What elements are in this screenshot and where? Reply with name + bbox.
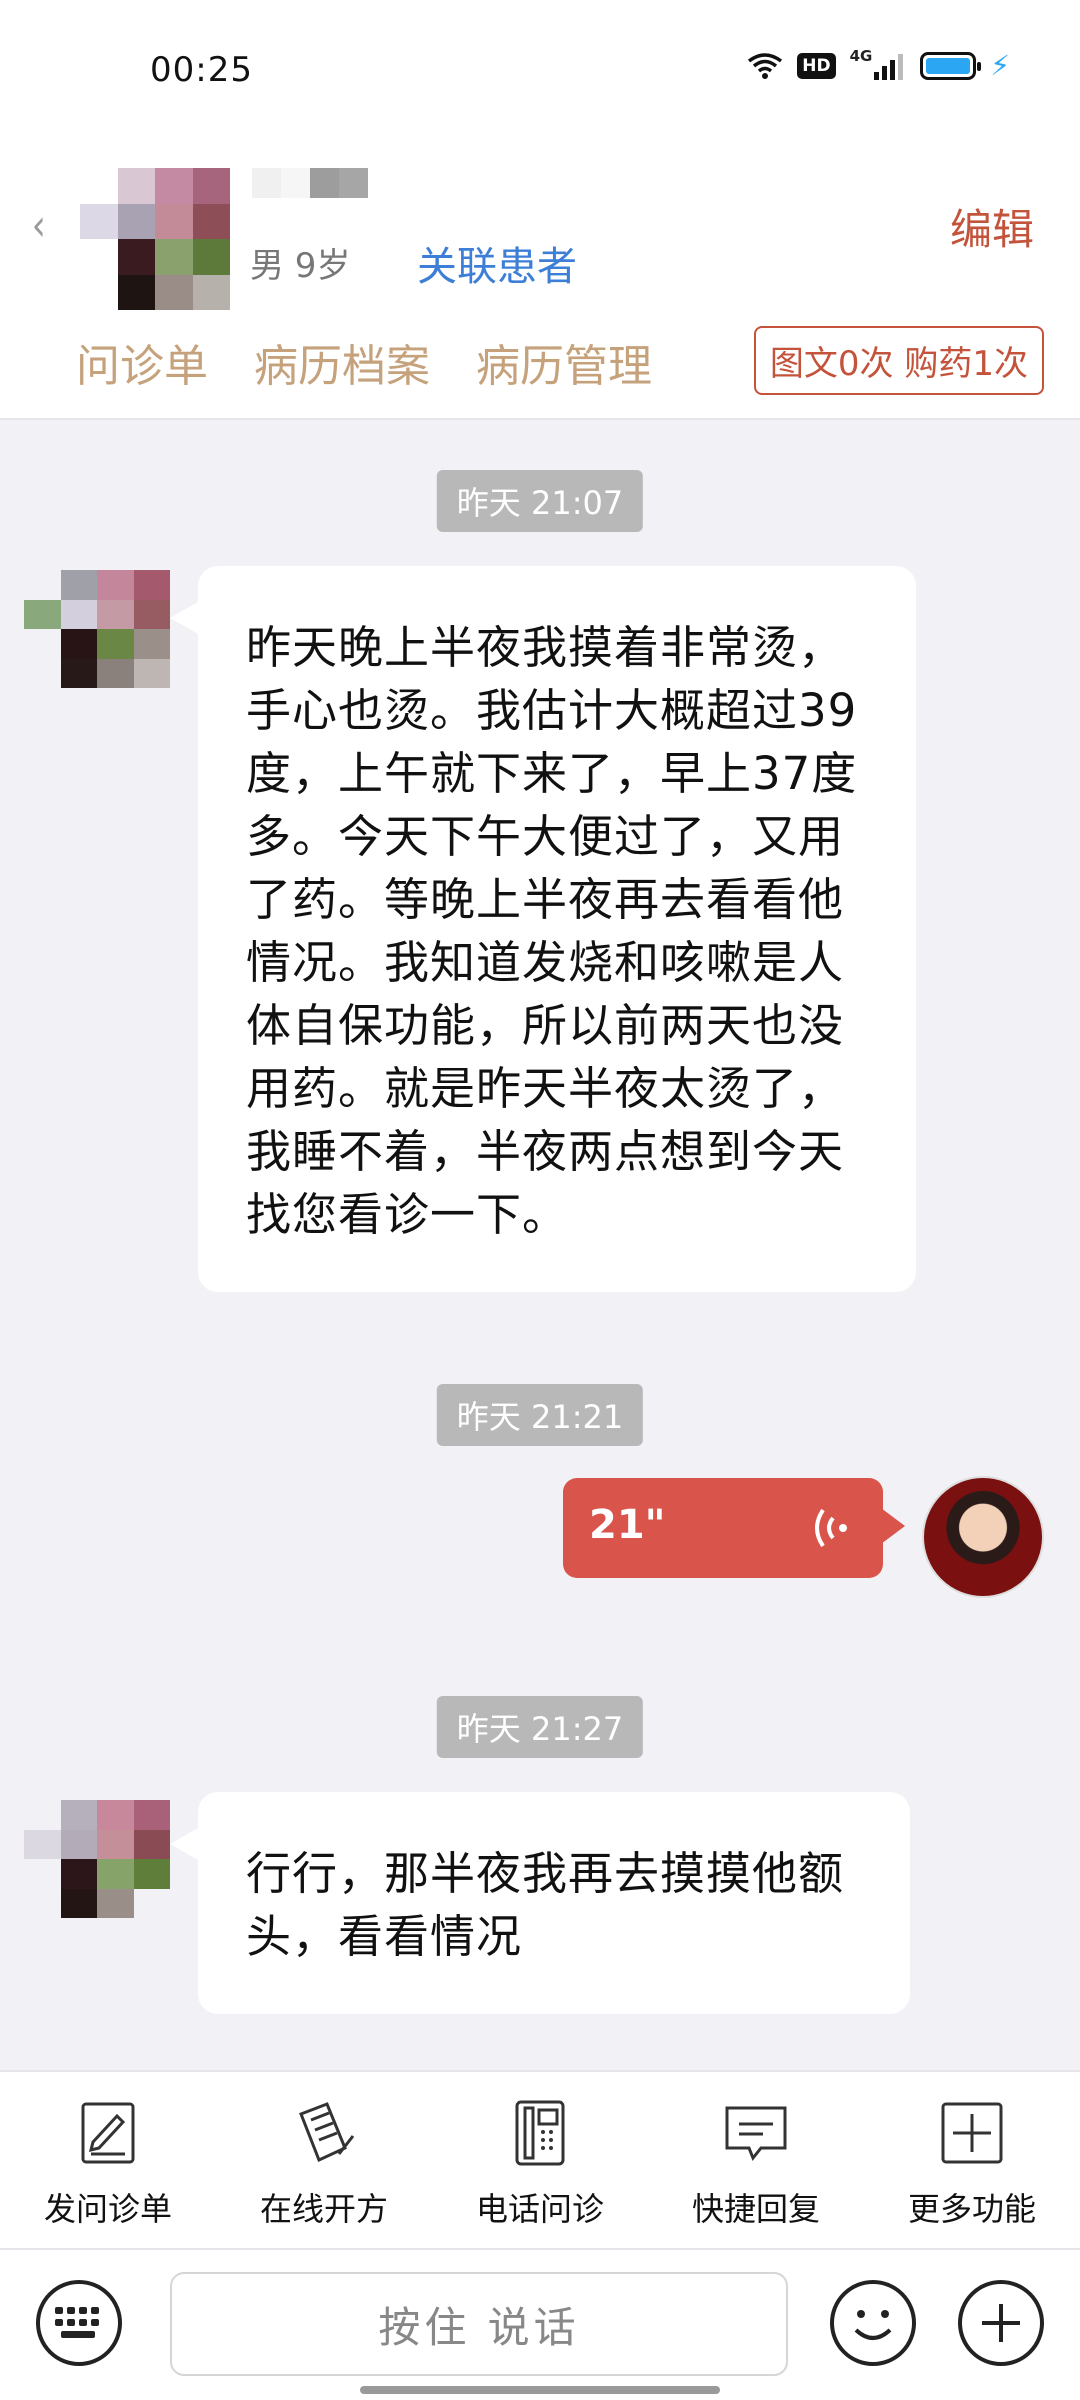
message-text: 昨天晚上半夜我摸着非常烫，手心也烫。我估计大概超过39度，上午就下来了，早上37… (246, 621, 858, 1241)
home-indicator[interactable] (360, 2386, 720, 2394)
patient-header: ‹ 男 9岁 关联患者 编辑 问诊单 病历档案 病历管理 图文0次 购药1次 (0, 140, 1080, 420)
online-prescription-button[interactable]: 在线开方 (216, 2072, 432, 2248)
emoji-button[interactable] (830, 2280, 916, 2366)
message-timestamp: 昨天 21:27 (436, 1696, 644, 1758)
patient-avatar[interactable] (24, 1800, 170, 1918)
charging-icon: ⚡ (990, 49, 1010, 82)
edit-button[interactable]: 编辑 (950, 196, 1034, 257)
tool-label: 在线开方 (259, 2190, 388, 2228)
message-bubble-text[interactable]: 昨天晚上半夜我摸着非常烫，手心也烫。我估计大概超过39度，上午就下来了，早上37… (170, 566, 916, 1292)
message-text: 行行，那半夜我再去摸摸他额头，看看情况 (246, 1847, 845, 1963)
voice-duration: 21" (589, 1502, 666, 1548)
battery-icon (920, 52, 982, 80)
plus-icon (982, 2304, 1020, 2342)
phone-icon (515, 2100, 565, 2166)
tool-label: 快捷回复 (691, 2190, 820, 2228)
status-icons: HD 4G ⚡ (747, 47, 1010, 82)
message-timestamp: 昨天 21:21 (436, 1384, 644, 1446)
tab-consultation-form[interactable]: 问诊单 (76, 330, 208, 394)
more-functions-button[interactable]: 更多功能 (864, 2072, 1080, 2248)
signal-icon (874, 54, 904, 80)
attach-plus-button[interactable] (958, 2280, 1044, 2366)
service-stats-badge[interactable]: 图文0次 购药1次 (753, 326, 1044, 395)
patient-avatar[interactable] (24, 570, 170, 688)
prescription-icon (299, 2102, 355, 2163)
network-label: 4G (849, 47, 873, 65)
phone-consult-button[interactable]: 电话问诊 (432, 2072, 648, 2248)
tab-medical-records[interactable]: 病历档案 (254, 330, 430, 394)
status-bar: 00:25 HD 4G ⚡ (0, 0, 1080, 140)
smiley-icon (854, 2310, 892, 2340)
keyboard-icon (55, 2307, 99, 2338)
voice-message-bubble[interactable]: 21" (563, 1478, 905, 1578)
back-arrow-icon[interactable]: ‹ (32, 200, 46, 251)
voice-wave-icon (815, 1508, 847, 1548)
message-timestamp: 昨天 21:07 (436, 470, 644, 532)
message-bubble-text[interactable]: 行行，那半夜我再去摸摸他额头，看看情况 (170, 1792, 910, 2014)
chat-bubble-icon (725, 2106, 787, 2161)
link-patient-button[interactable]: 关联患者 (417, 234, 577, 292)
patient-avatar[interactable] (80, 168, 230, 310)
send-form-button[interactable]: 发问诊单 (0, 2072, 216, 2248)
doctor-avatar[interactable] (922, 1476, 1044, 1598)
form-edit-icon (81, 2102, 135, 2164)
keyboard-toggle-button[interactable] (36, 2280, 122, 2366)
status-time: 00:25 (150, 50, 253, 90)
patient-name-mosaic (252, 168, 368, 198)
tab-records-management[interactable]: 病历管理 (476, 330, 652, 394)
hold-to-talk-button[interactable]: 按住 说话 (170, 2272, 788, 2376)
patient-gender-age: 男 9岁 (250, 246, 351, 286)
header-tabs: 问诊单 病历档案 病历管理 (76, 330, 652, 394)
input-bar: 按住 说话 (0, 2250, 1080, 2400)
action-toolbar: 发问诊单 在线开方 电话问诊 快捷回复 更多功能 (0, 2070, 1080, 2250)
tool-label: 更多功能 (907, 2190, 1036, 2228)
hd-badge: HD (797, 53, 836, 79)
tool-label: 电话问诊 (475, 2190, 604, 2228)
wifi-icon (748, 53, 783, 79)
quick-reply-button[interactable]: 快捷回复 (648, 2072, 864, 2248)
plus-square-icon (941, 2102, 1003, 2164)
tool-label: 发问诊单 (43, 2190, 172, 2228)
